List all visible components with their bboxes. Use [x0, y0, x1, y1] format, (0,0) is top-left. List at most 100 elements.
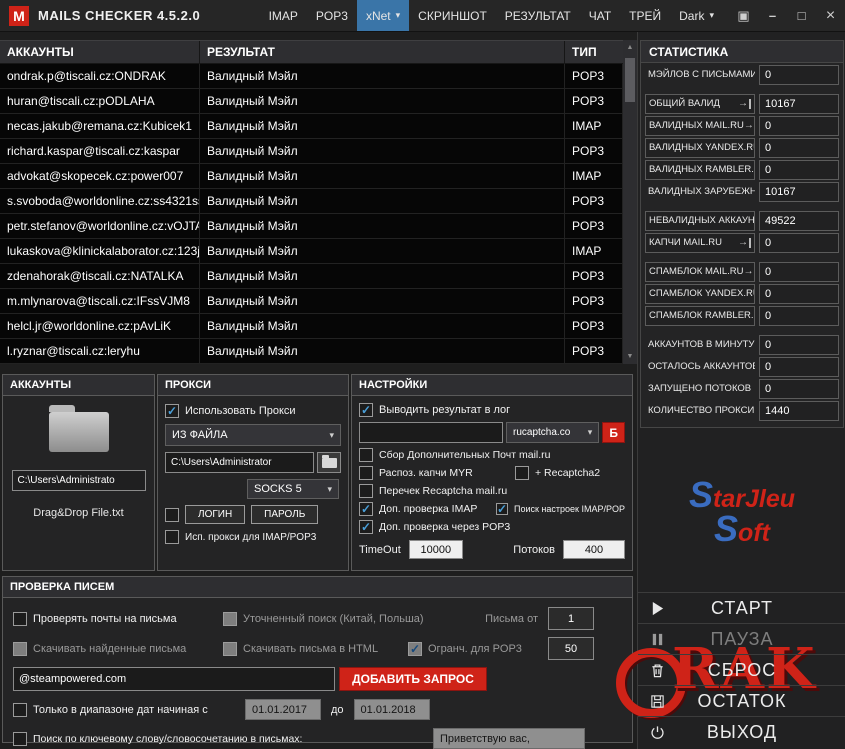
letters-from-label: Письма от — [485, 613, 538, 625]
threads-input[interactable] — [563, 540, 625, 559]
table-row[interactable]: necas.jakub@remana.cz:Kubicek1 Валидный … — [0, 114, 623, 139]
check-letters-checkbox[interactable] — [13, 612, 27, 626]
table-row[interactable]: petr.stefanov@worldonline.cz:vOJTA! Вали… — [0, 214, 623, 239]
export-icon[interactable] — [744, 267, 755, 277]
table-row[interactable]: advokat@skopecek.cz:power007 Валидный Мэ… — [0, 164, 623, 189]
menu-item-xnet[interactable]: xNet — [357, 0, 409, 31]
result-cell: Валидный Мэйл — [200, 64, 565, 88]
menu-item-tray[interactable]: ТРЕЙ — [620, 0, 670, 31]
table-row[interactable]: helcl.jr@worldonline.cz:pAvLiK Валидный … — [0, 314, 623, 339]
table-row[interactable]: ondrak.p@tiscali.cz:ONDRAK Валидный Мэйл… — [0, 64, 623, 89]
export-icon[interactable] — [738, 99, 751, 109]
log-output-checkbox[interactable] — [359, 403, 373, 417]
scroll-down-icon[interactable]: ▼ — [623, 349, 637, 364]
stat-value: 0 — [759, 335, 839, 355]
menu-item-pop3[interactable]: POP3 — [307, 0, 357, 31]
table-row[interactable]: richard.kaspar@tiscali.cz:kaspar Валидны… — [0, 139, 623, 164]
keyword-input[interactable]: Приветствую вас, — [433, 728, 585, 749]
recognize-captcha-label: Распоз. капчи MYR — [379, 467, 515, 479]
recheck-recaptcha-checkbox[interactable] — [359, 484, 373, 498]
reset-button[interactable]: СБРОС — [638, 654, 845, 685]
result-cell: Валидный Мэйл — [200, 139, 565, 163]
stat-value: 0 — [759, 262, 839, 282]
table-row[interactable]: l.ryznar@tiscali.cz:leryhu Валидный Мэйл… — [0, 339, 623, 364]
browse-proxy-file-button[interactable] — [317, 452, 341, 473]
refined-search-checkbox[interactable] — [223, 612, 237, 626]
imap-settings-search-label: Поиск настроек IMAP/POP — [514, 504, 625, 514]
pop3-extra-check-label: Доп. проверка через POP3 — [379, 521, 510, 533]
query-input[interactable] — [13, 667, 335, 691]
download-html-checkbox[interactable] — [223, 642, 237, 656]
table-row[interactable]: huran@tiscali.cz:pODLAHA Валидный Мэйл P… — [0, 89, 623, 114]
proxy-type-select[interactable]: SOCKS 5 — [247, 479, 339, 499]
remainder-button[interactable]: ОСТАТОК — [638, 685, 845, 716]
pop3-extra-check-checkbox[interactable] — [359, 520, 373, 534]
column-header-accounts[interactable]: АККАУНТЫ — [0, 41, 200, 63]
recognize-captcha-checkbox[interactable] — [359, 466, 373, 480]
pop3-limit-input[interactable] — [548, 637, 594, 660]
proxy-password-button[interactable]: ПАРОЛЬ — [251, 505, 318, 524]
exit-button[interactable]: ВЫХОД — [638, 716, 845, 747]
minimize-button[interactable] — [758, 0, 787, 31]
stat-value: 0 — [759, 138, 839, 158]
captcha-key-input[interactable] — [359, 422, 503, 443]
accounts-panel: АККАУНТЫ C:\Users\Administrato Drag&Drop… — [2, 374, 155, 571]
export-icon[interactable] — [744, 121, 755, 131]
type-cell: POP3 — [565, 89, 623, 113]
scrollbar-thumb[interactable] — [625, 58, 635, 102]
add-query-button[interactable]: ДОБАВИТЬ ЗАПРОС — [339, 667, 487, 691]
stat-row: ВАЛИДНЫХ YANDEX.RU 0 — [645, 137, 839, 158]
proxy-path-input[interactable] — [165, 452, 314, 473]
close-button[interactable] — [816, 0, 845, 31]
menu-item-chat[interactable]: ЧАТ — [580, 0, 620, 31]
scroll-up-icon[interactable]: ▲ — [627, 40, 634, 55]
column-header-result[interactable]: РЕЗУЛЬТАТ — [200, 41, 565, 63]
date-to-field[interactable]: 01.01.2018 — [354, 699, 430, 720]
download-letters-checkbox[interactable] — [13, 642, 27, 656]
date-range-checkbox[interactable] — [13, 703, 27, 717]
imap-extra-check-checkbox[interactable] — [359, 502, 373, 516]
menu-item-result[interactable]: РЕЗУЛЬТАТ — [496, 0, 580, 31]
maximize-button[interactable] — [787, 0, 816, 31]
pop3-limit-checkbox[interactable] — [408, 642, 422, 656]
folder-drop-icon[interactable] — [49, 412, 109, 452]
export-icon[interactable] — [738, 238, 751, 248]
stat-label: ОБЩИЙ ВАЛИД — [645, 94, 755, 114]
imap-extra-check-label: Доп. проверка IMAP — [379, 503, 496, 515]
table-row[interactable]: lukaskova@klinickalaborator.cz:123ji Вал… — [0, 239, 623, 264]
use-proxy-label: Использовать Прокси — [185, 405, 296, 417]
pause-button[interactable]: ПАУЗА — [638, 623, 845, 654]
date-from-field[interactable]: 01.01.2017 — [245, 699, 321, 720]
timeout-input[interactable] — [409, 540, 463, 559]
proxy-source-select[interactable]: ИЗ ФАЙЛА — [165, 424, 341, 446]
stat-label: НЕВАЛИДНЫХ АККАУНТОВ — [645, 211, 755, 231]
start-button[interactable]: СТАРТ — [638, 592, 845, 623]
recaptcha2-checkbox[interactable] — [515, 466, 529, 480]
menu-bar: IMAP POP3 xNet СКРИНШОТ РЕЗУЛЬТАТ ЧАТ ТР… — [260, 0, 723, 31]
collect-extra-mail-checkbox[interactable] — [359, 448, 373, 462]
table-scrollbar[interactable]: ▲ ▼ — [623, 40, 637, 364]
proxy-for-imap-checkbox[interactable] — [165, 530, 179, 544]
table-row[interactable]: zdenahorak@tiscali.cz:NATALKA Валидный М… — [0, 264, 623, 289]
menu-item-screenshot[interactable]: СКРИНШОТ — [409, 0, 496, 31]
stat-value: 0 — [759, 160, 839, 180]
accounts-file-path[interactable]: C:\Users\Administrato — [12, 470, 146, 491]
proxy-auth-checkbox[interactable] — [165, 508, 179, 522]
result-cell: Валидный Мэйл — [200, 289, 565, 313]
table-row[interactable]: s.svoboda@worldonline.cz:ss4321ss Валидн… — [0, 189, 623, 214]
minimize-to-tray-button[interactable] — [729, 0, 758, 31]
use-proxy-checkbox[interactable] — [165, 404, 179, 418]
chevron-down-icon — [588, 427, 593, 438]
menu-item-imap[interactable]: IMAP — [260, 0, 307, 31]
captcha-service-select[interactable]: rucaptcha.co — [506, 422, 599, 443]
window-controls — [729, 0, 845, 31]
keyword-search-checkbox[interactable] — [13, 732, 27, 746]
column-header-type[interactable]: ТИП — [565, 41, 623, 63]
letters-from-input[interactable] — [548, 607, 594, 630]
table-row[interactable]: m.mlynarova@tiscali.cz:IFssVJM8 Валидный… — [0, 289, 623, 314]
proxy-login-button[interactable]: ЛОГИН — [185, 505, 245, 524]
theme-select[interactable]: Dark — [670, 0, 723, 31]
captcha-balance-button[interactable]: Б — [602, 422, 625, 443]
account-cell: richard.kaspar@tiscali.cz:kaspar — [0, 139, 200, 163]
imap-settings-search-checkbox[interactable] — [496, 503, 508, 515]
